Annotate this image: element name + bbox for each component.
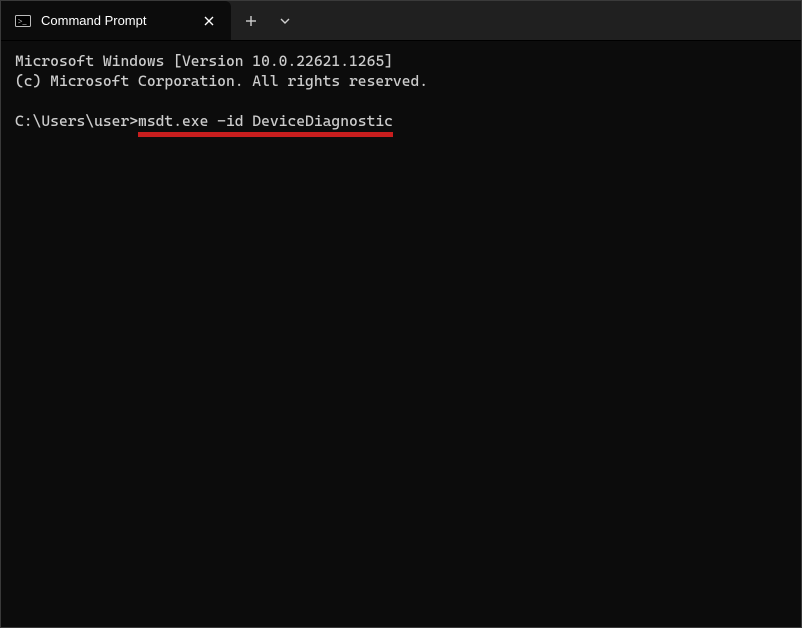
close-icon	[204, 16, 214, 26]
banner-line-1: Microsoft Windows [Version 10.0.22621.12…	[15, 52, 393, 70]
banner-line-2: (c) Microsoft Corporation. All rights re…	[15, 72, 428, 90]
svg-text:>_: >_	[18, 17, 28, 26]
cmd-icon: >_	[15, 13, 31, 29]
plus-icon	[245, 15, 257, 27]
prompt-prefix: C:\Users\user>	[15, 112, 138, 130]
annotation-underline	[138, 132, 393, 137]
title-bar-drag-region[interactable]	[299, 1, 801, 40]
tab-close-button[interactable]	[199, 11, 219, 31]
chevron-down-icon	[280, 16, 290, 26]
tab-command-prompt[interactable]: >_ Command Prompt	[1, 1, 231, 40]
tab-dropdown-button[interactable]	[271, 1, 299, 40]
terminal-output[interactable]: Microsoft Windows [Version 10.0.22621.12…	[1, 41, 801, 627]
tab-title: Command Prompt	[41, 13, 189, 28]
entered-command: msdt.exe -id DeviceDiagnostic	[138, 112, 393, 130]
title-bar: >_ Command Prompt	[1, 1, 801, 41]
terminal-window: >_ Command Prompt Microsoft Wi	[0, 0, 802, 628]
new-tab-button[interactable]	[231, 1, 271, 40]
